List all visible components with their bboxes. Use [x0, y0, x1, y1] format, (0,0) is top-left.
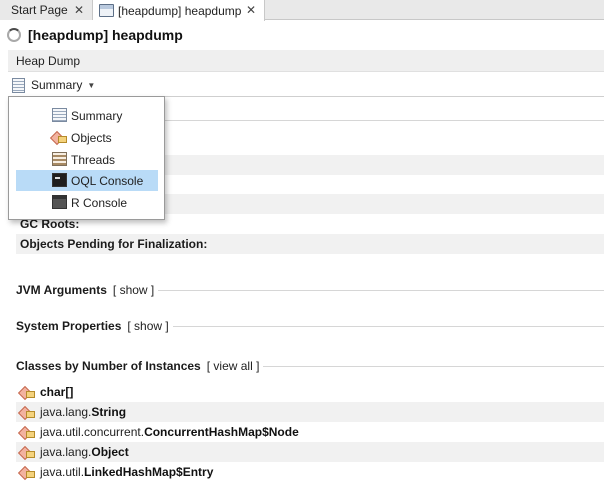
class-package: java.lang. — [40, 445, 92, 459]
oql-console-icon — [52, 173, 67, 187]
pending-finalization-row: Objects Pending for Finalization: — [16, 234, 604, 254]
class-name: char[] — [40, 385, 74, 399]
loading-spinner-icon — [7, 28, 21, 42]
menu-item-summary[interactable]: Summary — [16, 105, 158, 126]
tab-heapdump[interactable]: [heapdump] heapdump ✕ — [93, 0, 265, 21]
summary-icon — [52, 108, 67, 122]
editor-tab-strip: Start Page ✕ [heapdump] heapdump ✕ — [0, 0, 604, 21]
class-package: java.util.concurrent. — [40, 425, 145, 439]
class-name: ConcurrentHashMap$Node — [144, 425, 299, 439]
jvm-arguments-section: JVM Arguments [ show ] — [16, 281, 159, 299]
class-name: Object — [91, 445, 129, 459]
summary-view-dropdown[interactable]: Summary ▼ — [12, 76, 95, 94]
threads-icon — [52, 152, 67, 166]
tab-heapdump-label: [heapdump] heapdump — [118, 3, 242, 18]
menu-item-label: OQL Console — [71, 173, 144, 188]
menu-item-label: Threads — [71, 152, 116, 167]
class-icon — [17, 385, 36, 401]
summary-view-dropdown-label: Summary — [31, 78, 83, 92]
menu-item-label: Summary — [71, 108, 123, 123]
tab-start-page-label: Start Page — [11, 3, 68, 17]
menu-item-r-console[interactable]: R Console — [16, 192, 158, 213]
close-icon[interactable]: ✕ — [74, 3, 84, 17]
class-package: java.lang. — [40, 405, 92, 419]
menu-item-threads[interactable]: Threads — [16, 149, 158, 170]
summary-icon — [12, 77, 25, 93]
menu-item-oql-console[interactable]: OQL Console — [16, 170, 158, 191]
menu-item-label: Objects — [71, 130, 112, 145]
system-properties-show-link[interactable]: [ show ] — [127, 319, 168, 333]
page-title-text: [heapdump] heapdump — [28, 27, 183, 43]
view-header-label: Heap Dump — [16, 54, 81, 68]
classes-by-instances-title: Classes by Number of Instances — [16, 359, 201, 373]
system-properties-section: System Properties [ show ] — [16, 317, 173, 335]
classes-view-all-link[interactable]: [ view all ] — [207, 359, 260, 373]
tab-start-page[interactable]: Start Page ✕ — [0, 0, 93, 20]
class-row[interactable]: java.lang. Object — [16, 442, 604, 462]
class-name: LinkedHashMap$Entry — [84, 465, 214, 479]
classes-by-instances-section: Classes by Number of Instances [ view al… — [16, 357, 264, 375]
chevron-down-icon: ▼ — [87, 80, 96, 90]
class-row[interactable]: java.util.concurrent. ConcurrentHashMap$… — [16, 422, 604, 442]
class-icon — [17, 405, 36, 421]
menu-item-objects[interactable]: Objects — [16, 127, 158, 148]
view-toolbar: Summary ▼ — [8, 74, 604, 97]
objects-icon — [49, 130, 67, 146]
class-icon — [17, 425, 36, 441]
menu-item-label: R Console — [71, 195, 128, 210]
class-icon — [17, 445, 36, 461]
heapdump-window-icon — [99, 4, 114, 17]
class-name: String — [91, 405, 127, 419]
class-row[interactable]: char[] — [16, 382, 604, 402]
view-header: Heap Dump — [8, 50, 604, 72]
class-package: java.util. — [40, 465, 85, 479]
page-title: [heapdump] heapdump — [7, 26, 183, 44]
class-row[interactable]: java.util. LinkedHashMap$Entry — [16, 462, 604, 482]
divider — [165, 120, 604, 121]
class-icon — [17, 465, 36, 481]
system-properties-title: System Properties — [16, 319, 122, 333]
pending-finalization-label: Objects Pending for Finalization: — [20, 237, 208, 251]
class-row[interactable]: java.lang. String — [16, 402, 604, 422]
view-dropdown-menu: Summary Objects Threads OQL Console R Co… — [8, 96, 165, 220]
r-console-icon — [52, 195, 67, 209]
jvm-arguments-show-link[interactable]: [ show ] — [113, 283, 154, 297]
jvm-arguments-title: JVM Arguments — [16, 283, 107, 297]
close-icon[interactable]: ✕ — [246, 3, 256, 17]
